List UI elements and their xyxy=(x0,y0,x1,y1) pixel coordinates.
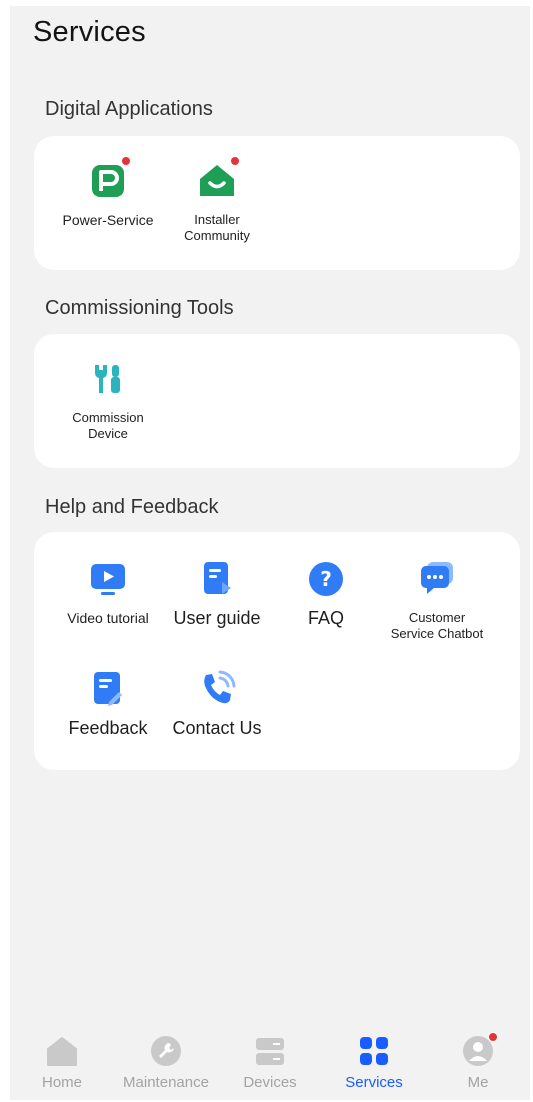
video-tutorial-label: Video tutorial xyxy=(67,610,149,626)
faq-label: FAQ xyxy=(307,608,344,628)
commissioning-tools-card: Commission Device xyxy=(34,334,520,468)
chat-icon xyxy=(416,558,458,600)
tab-maintenance[interactable]: Maintenance xyxy=(118,1030,214,1102)
digital-applications-card: Power-Service Installer Community xyxy=(34,136,520,270)
devices-icon xyxy=(256,1038,284,1065)
feedback-label: Feedback xyxy=(68,718,148,738)
tab-me-label: Me xyxy=(467,1074,489,1091)
power-service-label: Power-Service xyxy=(62,212,154,228)
notification-dot xyxy=(121,156,131,166)
document-icon xyxy=(196,558,238,600)
section-title-digital-applications: Digital Applications xyxy=(45,98,213,120)
house-icon xyxy=(196,156,240,202)
phone-icon xyxy=(196,668,238,710)
feedback-icon xyxy=(87,668,129,710)
tab-devices-label: Devices xyxy=(243,1074,297,1091)
tools-icon xyxy=(87,358,129,400)
installer-community-tile[interactable]: Installer Community xyxy=(162,156,272,244)
video-tutorial-tile[interactable]: Video tutorial xyxy=(53,558,163,626)
video-icon xyxy=(87,558,129,600)
commission-device-tile[interactable]: Commission Device xyxy=(53,358,163,442)
wrench-icon xyxy=(151,1036,181,1066)
customer-service-chatbot-tile[interactable]: Customer Service Chatbot xyxy=(382,558,492,642)
page-title: Services xyxy=(33,16,146,48)
faq-tile[interactable]: ? FAQ xyxy=(271,558,381,629)
tab-devices[interactable]: Devices xyxy=(222,1030,318,1102)
notification-dot xyxy=(488,1032,498,1042)
tab-home-label: Home xyxy=(41,1074,82,1091)
bottom-tab-bar: Home Maintenance Devices Services Me xyxy=(10,1030,530,1102)
section-title-commissioning-tools: Commissioning Tools xyxy=(45,297,234,319)
tab-services[interactable]: Services xyxy=(326,1030,422,1102)
contact-us-tile[interactable]: Contact Us xyxy=(162,668,272,739)
tab-home[interactable]: Home xyxy=(14,1030,110,1102)
feedback-tile[interactable]: Feedback xyxy=(53,668,163,739)
svg-text:?: ? xyxy=(320,567,332,591)
help-and-feedback-card: Video tutorial User guide ? FAQ Customer… xyxy=(34,532,520,770)
power-service-tile[interactable]: Power-Service xyxy=(53,156,163,228)
contact-us-label: Contact Us xyxy=(172,718,262,738)
installer-community-label: Installer Community xyxy=(184,212,250,243)
section-title-help-and-feedback: Help and Feedback xyxy=(45,496,219,518)
home-icon xyxy=(47,1037,77,1066)
tab-me[interactable]: Me xyxy=(430,1030,526,1102)
user-guide-label: User guide xyxy=(173,608,261,628)
tab-maintenance-label: Maintenance xyxy=(123,1074,209,1091)
tab-services-label: Services xyxy=(345,1074,403,1091)
customer-service-chatbot-label: Customer Service Chatbot xyxy=(390,610,484,641)
question-icon: ? xyxy=(305,558,347,600)
commission-device-label: Commission Device xyxy=(72,410,144,441)
power-service-icon xyxy=(87,156,131,202)
user-guide-tile[interactable]: User guide xyxy=(162,558,272,629)
grid-icon xyxy=(360,1037,388,1065)
notification-dot xyxy=(230,156,240,166)
services-screen: Services Digital Applications Power-Serv… xyxy=(10,6,530,1100)
